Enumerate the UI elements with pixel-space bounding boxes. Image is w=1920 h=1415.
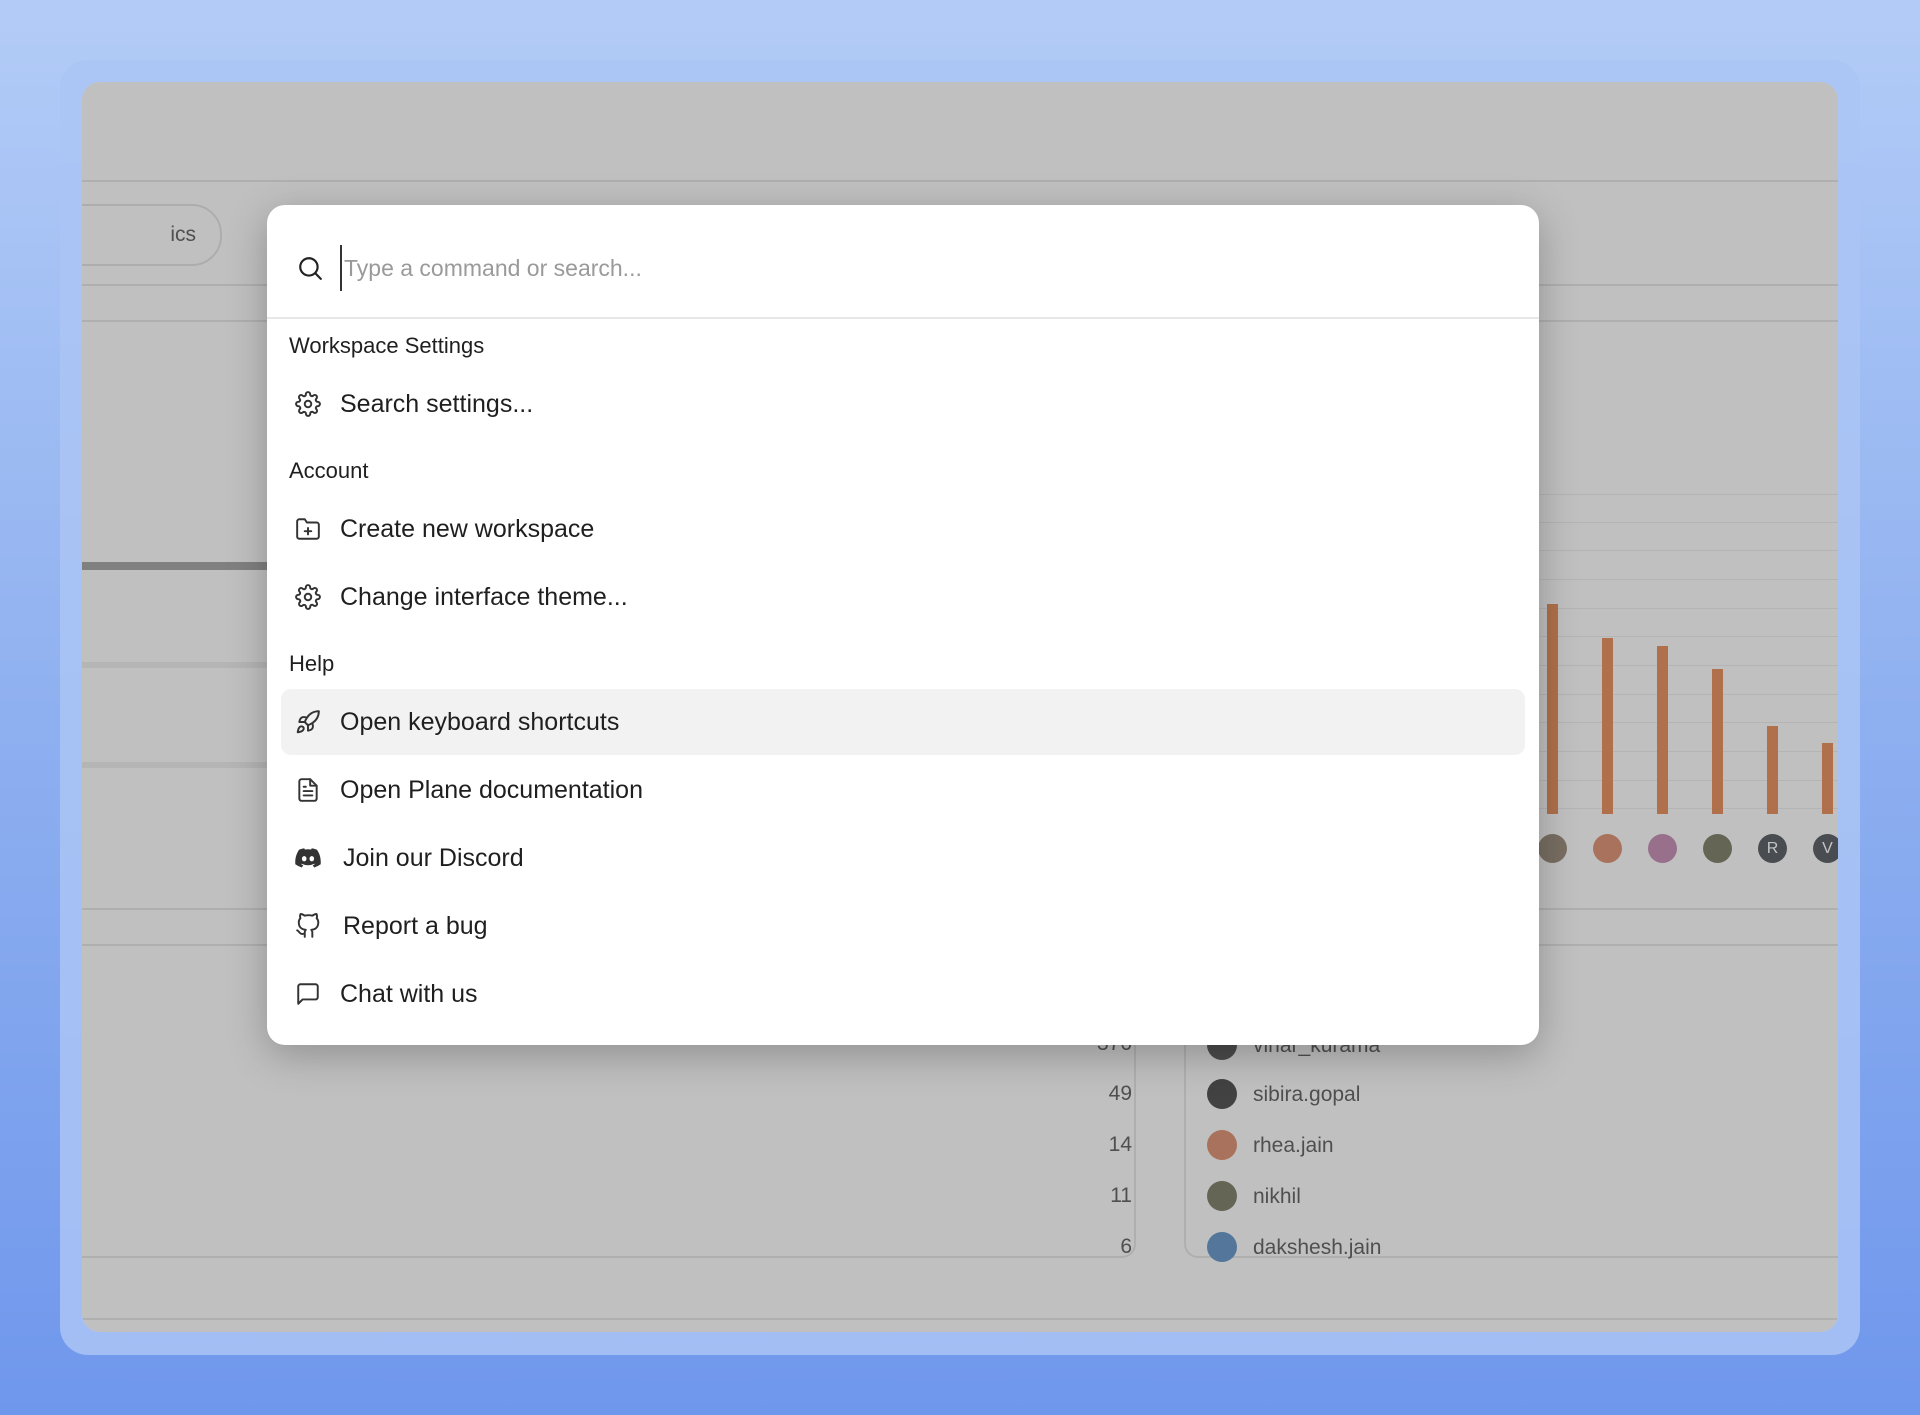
group-heading-workspace-settings: Workspace Settings (289, 333, 485, 358)
document-icon (295, 777, 321, 803)
gear-icon (295, 584, 321, 610)
search-icon (297, 255, 323, 281)
menu-item-label: Join our Discord (343, 844, 524, 872)
menu-item-create-workspace[interactable]: Create new workspace (281, 496, 1525, 562)
command-palette: Workspace Settings Search settings... Ac… (267, 205, 1539, 1045)
folder-plus-icon (295, 516, 321, 542)
menu-item-label: Search settings... (340, 390, 534, 418)
gear-icon (295, 391, 321, 417)
menu-item-label: Change interface theme... (340, 583, 628, 611)
menu-item-label: Chat with us (340, 980, 478, 1008)
menu-item-label: Open keyboard shortcuts (340, 708, 620, 736)
menu-item-change-theme[interactable]: Change interface theme... (281, 564, 1525, 630)
search-row (267, 205, 1539, 319)
chat-icon (295, 981, 321, 1007)
menu-item-search-settings[interactable]: Search settings... (281, 371, 1525, 437)
github-icon (295, 913, 321, 939)
menu-item-label: Report a bug (343, 912, 488, 940)
rocket-icon (295, 709, 321, 735)
menu-item-report-bug[interactable]: Report a bug (281, 893, 1525, 959)
group-heading-help: Help (289, 651, 335, 676)
command-search-input[interactable] (340, 245, 1246, 291)
group-heading-account: Account (289, 458, 369, 483)
discord-icon (295, 845, 321, 871)
menu-item-keyboard-shortcuts[interactable]: Open keyboard shortcuts (281, 689, 1525, 755)
menu-item-documentation[interactable]: Open Plane documentation (281, 757, 1525, 823)
menu-item-chat[interactable]: Chat with us (281, 961, 1525, 1027)
menu-item-label: Open Plane documentation (340, 776, 643, 804)
menu-item-label: Create new workspace (340, 515, 595, 543)
menu-item-discord[interactable]: Join our Discord (281, 825, 1525, 891)
